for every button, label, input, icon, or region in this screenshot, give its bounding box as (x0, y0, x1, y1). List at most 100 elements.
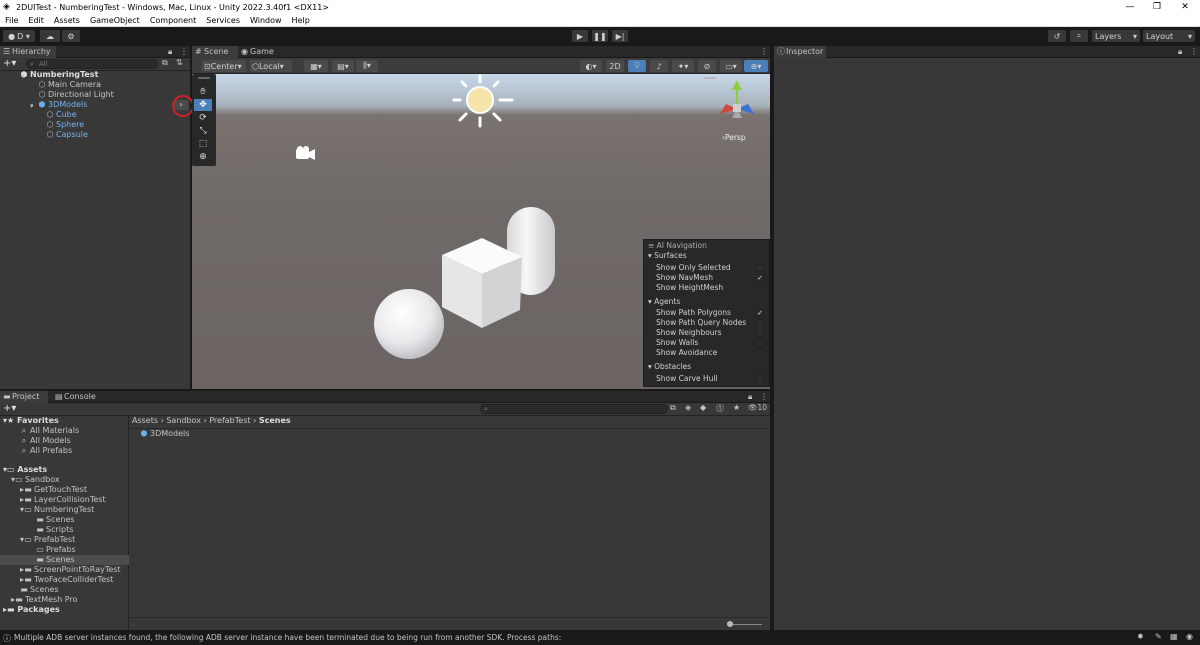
folder-twofacecollidertest[interactable]: ▸▬ TwoFaceColliderTest (20, 575, 113, 585)
rect-tool-icon[interactable]: ⬚ (194, 138, 212, 150)
breadcrumb-assets[interactable]: Assets (132, 416, 158, 425)
transform-tool-icon[interactable]: ⊕ (194, 151, 212, 163)
tree-row-numberingtest[interactable]: ⬢ NumberingTest (20, 70, 99, 80)
tree-row-cube[interactable]: ⬡ Cube (46, 110, 77, 120)
expand-arrow-icon[interactable]: ▾ (21, 72, 25, 80)
add-button[interactable]: +▾ (3, 58, 16, 69)
rotate-tool-icon[interactable]: ⟳ (194, 112, 212, 124)
collab-button[interactable]: ⚙ (62, 30, 80, 42)
tree-row-main-camera[interactable]: ⬡ Main Camera (38, 80, 102, 90)
menu-gameobject[interactable]: GameObject (85, 16, 145, 25)
folder-screenpointtoraytest[interactable]: ▸▬ ScreenPointToRayTest (20, 565, 121, 575)
overlay-handle[interactable] (198, 77, 210, 79)
show-path-query-nodes-row[interactable]: Show Path Query Nodes (656, 318, 746, 328)
menu-assets[interactable]: Assets (49, 16, 85, 25)
maximize-button[interactable]: ❐ (1143, 0, 1171, 14)
pivot-dropdown[interactable]: ⊡ Center ▾ (202, 60, 246, 72)
show-neighbours-row[interactable]: Show Neighbours (656, 328, 722, 338)
breadcrumb-sandbox[interactable]: Sandbox (166, 416, 201, 425)
show-avoidance-row[interactable]: Show Avoidance (656, 348, 717, 358)
packages-header[interactable]: ▸▬ Packages (3, 605, 60, 615)
cube-object[interactable] (442, 238, 522, 328)
folder-textmesh-pro[interactable]: ▸▬ TextMesh Pro (11, 595, 78, 605)
create-button[interactable]: +▾ (3, 403, 16, 414)
layout-dropdown[interactable]: Layout ▾ (1143, 30, 1195, 42)
sort-icon[interactable]: ⇅ (176, 58, 183, 67)
menu-edit[interactable]: Edit (23, 16, 49, 25)
favorites-header[interactable]: ▾★ Favorites (3, 416, 59, 426)
filter-by-label-icon[interactable]: ◈ (685, 403, 691, 412)
move-tool-icon[interactable]: ✥ (194, 99, 212, 111)
show-neighbours-checkbox[interactable] (756, 329, 764, 337)
show-path-polygons-checkbox[interactable]: ✓ (756, 309, 764, 317)
gizmos-button[interactable]: ⊕▾ (744, 60, 768, 72)
fav-all-models[interactable]: ⌕ All Models (20, 436, 71, 446)
tab-project[interactable]: ▬ Project (0, 391, 48, 403)
more-options-icon[interactable]: ⋮ (760, 392, 768, 401)
zoom-slider-track[interactable] (728, 624, 762, 625)
show-carve-hull-checkbox[interactable] (756, 375, 764, 383)
folder-prefabs[interactable]: ▭ Prefabs (36, 545, 75, 555)
show-heightmesh-row[interactable]: Show HeightMesh (656, 283, 723, 293)
grid-snap-button[interactable]: ▦▾ (304, 60, 328, 72)
play-button[interactable]: ▶ (572, 30, 588, 42)
orientation-gizmo[interactable] (720, 80, 754, 118)
zoom-slider-handle[interactable] (727, 621, 733, 627)
collab-status-icon[interactable]: ◉ (1186, 632, 1193, 641)
log-icon[interactable]: ⓵ (716, 403, 724, 414)
agents-foldout[interactable]: ▾ Agents (648, 297, 680, 307)
menu-help[interactable]: Help (287, 16, 315, 25)
assets-header[interactable]: ▾▭ Assets (3, 465, 47, 475)
scene-visibility-icon[interactable]: ⧉ (162, 58, 168, 68)
audio-toggle[interactable]: ♪ (650, 60, 668, 72)
align-button[interactable]: ⫼▾ (356, 60, 378, 72)
toggle-2d-button[interactable]: 2D (606, 60, 624, 72)
sun-gizmo-icon[interactable] (452, 74, 514, 128)
tab-game[interactable]: ◉ Game (238, 46, 284, 58)
show-only-selected-row[interactable]: Show Only Selected (656, 263, 766, 273)
show-heightmesh-checkbox[interactable] (756, 284, 764, 292)
camera-settings-button[interactable]: ▭▾ (720, 60, 742, 72)
folder-gettouchtest[interactable]: ▸▬ GetTouchTest (20, 485, 87, 495)
menu-component[interactable]: Component (145, 16, 201, 25)
tag-icon[interactable]: ◆ (700, 403, 706, 412)
sphere-object[interactable] (374, 289, 444, 359)
projection-label[interactable]: ‹Persp (722, 133, 746, 142)
fav-all-materials[interactable]: ⌕ All Materials (20, 426, 79, 436)
close-button[interactable]: ✕ (1171, 0, 1199, 14)
search-button[interactable]: ⌕ (1070, 30, 1088, 42)
star-icon[interactable]: ★ (733, 403, 740, 412)
folder-numberingtest[interactable]: ▾▭ NumberingTest (20, 505, 94, 515)
breadcrumb-scenes[interactable]: Scenes (259, 416, 291, 425)
menu-window[interactable]: Window (245, 16, 287, 25)
show-only-selected-checkbox[interactable] (756, 264, 764, 272)
tab-inspector[interactable]: ⓘ Inspector (774, 46, 826, 58)
scene-view[interactable]: ‹Persp ✋︎ ✥ ⟳ ⤡ ⬚ ⊕ ≡ AI Navigation ▾ Su… (192, 74, 770, 389)
folder-assets-scenes[interactable]: ▬ Scenes (20, 585, 58, 595)
effects-toggle[interactable]: ✦▾ (672, 60, 694, 72)
menu-file[interactable]: File (0, 16, 23, 25)
asset-3dmodels[interactable]: ⬢ 3DModels (140, 429, 190, 439)
cloud-button[interactable]: ☁ (40, 30, 60, 42)
snap-increment-button[interactable]: ▤▾ (332, 60, 354, 72)
account-button[interactable]: ● D ▾ (3, 30, 35, 42)
folder-scripts[interactable]: ▬ Scripts (36, 525, 73, 535)
status-message[interactable]: Multiple ADB server instances found, the… (14, 633, 561, 642)
lock-icon[interactable]: 🔒︎ (1178, 47, 1182, 57)
show-carve-hull-row[interactable]: Show Carve Hull (656, 374, 718, 384)
lighting-toggle[interactable]: 💡︎ (628, 60, 646, 72)
layers-dropdown[interactable]: Layers ▾ (1092, 30, 1140, 42)
minimize-button[interactable]: — (1116, 0, 1144, 14)
tab-scene[interactable]: # Scene (192, 46, 238, 58)
show-avoidance-checkbox[interactable] (756, 349, 764, 357)
tab-hierarchy[interactable]: ☰ Hierarchy (0, 46, 56, 58)
folder-layercollisiontest[interactable]: ▸▬ LayerCollisionTest (20, 495, 106, 505)
fav-all-prefabs[interactable]: ⌕ All Prefabs (20, 446, 72, 456)
history-button[interactable]: ↺ (1048, 30, 1066, 42)
progress-icon[interactable]: ✹ (1137, 632, 1144, 641)
project-search-input[interactable]: ⌕ (480, 404, 668, 414)
hidden-packages-count[interactable]: 👁︎10 (748, 403, 767, 412)
overlay-handle[interactable] (704, 77, 716, 79)
more-options-icon[interactable]: ⋮ (180, 47, 188, 56)
expand-arrow-icon[interactable]: ▾ (30, 102, 34, 110)
